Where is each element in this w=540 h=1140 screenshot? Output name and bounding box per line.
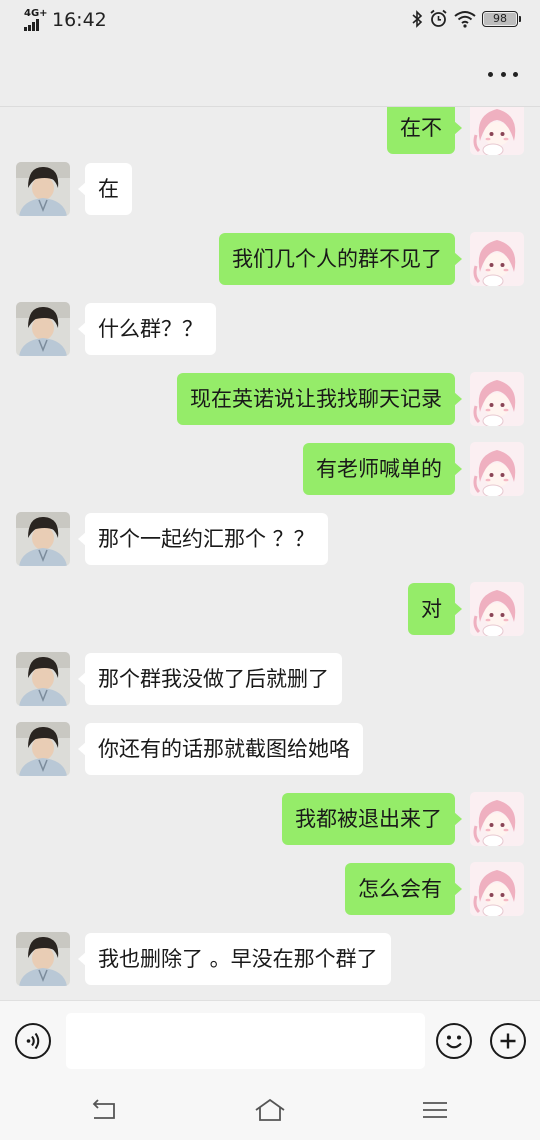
avatar[interactable] xyxy=(16,722,70,776)
chat-header xyxy=(0,42,540,107)
status-right: 98 xyxy=(411,9,521,28)
message-row: 现在英诺说让我找聊天记录 xyxy=(0,372,540,428)
avatar[interactable] xyxy=(470,232,524,286)
avatar[interactable] xyxy=(470,372,524,426)
message-bubble-received[interactable]: 我也删除了 。早没在那个群了 xyxy=(78,933,391,985)
avatar[interactable] xyxy=(470,107,524,155)
message-bubble-received[interactable]: 那个群我没做了后就删了 xyxy=(78,653,342,705)
menu-icon[interactable] xyxy=(418,1093,452,1127)
message-row: 我们几个人的群不见了 xyxy=(0,232,540,288)
emoji-icon[interactable] xyxy=(436,1023,472,1059)
message-bubble-received[interactable]: 那个一起约汇那个 ？？ xyxy=(78,513,328,565)
message-bubble-sent[interactable]: 有老师喊单的 xyxy=(303,443,462,495)
avatar[interactable] xyxy=(16,162,70,216)
message-row: 在 xyxy=(0,162,540,218)
message-row: 我也删除了 。早没在那个群了 xyxy=(0,932,540,988)
network-type: 4G+ xyxy=(24,8,48,19)
navigation-bar xyxy=(0,1081,540,1140)
alarm-icon xyxy=(430,9,447,27)
avatar[interactable] xyxy=(16,302,70,356)
chat-messages[interactable]: 在不 在 我们几个人的群不见了 什么群？？ 现在英诺说让我找聊天记录 有老师喊单… xyxy=(0,107,540,1000)
avatar[interactable] xyxy=(470,442,524,496)
message-row: 我都被退出来了 xyxy=(0,792,540,848)
message-bubble-sent[interactable]: 对 xyxy=(408,583,462,635)
status-time: 16:42 xyxy=(52,9,107,31)
avatar[interactable] xyxy=(470,862,524,916)
message-row: 怎么会有 xyxy=(0,862,540,918)
message-row: 在不 xyxy=(0,107,540,157)
message-bubble-sent[interactable]: 我们几个人的群不见了 xyxy=(219,233,462,285)
message-row: 你还有的话那就截图给她咯 xyxy=(0,722,540,778)
message-row: 那个一起约汇那个 ？？ xyxy=(0,512,540,568)
message-bubble-sent[interactable]: 怎么会有 xyxy=(345,863,462,915)
avatar[interactable] xyxy=(470,792,524,846)
voice-icon[interactable] xyxy=(15,1023,51,1059)
avatar[interactable] xyxy=(470,582,524,636)
bluetooth-icon xyxy=(412,9,423,28)
signal-icon: 4G+ xyxy=(24,8,48,31)
message-bubble-received[interactable]: 在 xyxy=(78,163,132,215)
more-dots-icon[interactable] xyxy=(488,64,518,84)
avatar[interactable] xyxy=(16,652,70,706)
message-input[interactable] xyxy=(66,1013,425,1069)
avatar[interactable] xyxy=(16,512,70,566)
input-bar xyxy=(0,1000,540,1081)
message-bubble-received[interactable]: 什么群？？ xyxy=(78,303,216,355)
message-row: 有老师喊单的 xyxy=(0,442,540,498)
status-left: 4G+ 16:42 xyxy=(24,9,107,31)
message-bubble-sent[interactable]: 我都被退出来了 xyxy=(282,793,462,845)
message-row: 那个群我没做了后就删了 xyxy=(0,652,540,708)
message-bubble-received[interactable]: 你还有的话那就截图给她咯 xyxy=(78,723,363,775)
battery-icon: 98 xyxy=(482,10,521,27)
message-row: 对 xyxy=(0,582,540,638)
message-bubble-sent[interactable]: 现在英诺说让我找聊天记录 xyxy=(177,373,462,425)
message-row: 什么群？？ xyxy=(0,302,540,358)
plus-icon[interactable] xyxy=(490,1023,526,1059)
avatar[interactable] xyxy=(16,932,70,986)
back-icon[interactable] xyxy=(88,1093,122,1127)
home-icon[interactable] xyxy=(253,1093,287,1127)
status-bar: 4G+ 16:42 98 xyxy=(0,0,540,42)
wifi-icon xyxy=(454,10,476,28)
message-bubble-sent[interactable]: 在不 xyxy=(387,107,462,154)
battery-level: 98 xyxy=(493,11,507,25)
